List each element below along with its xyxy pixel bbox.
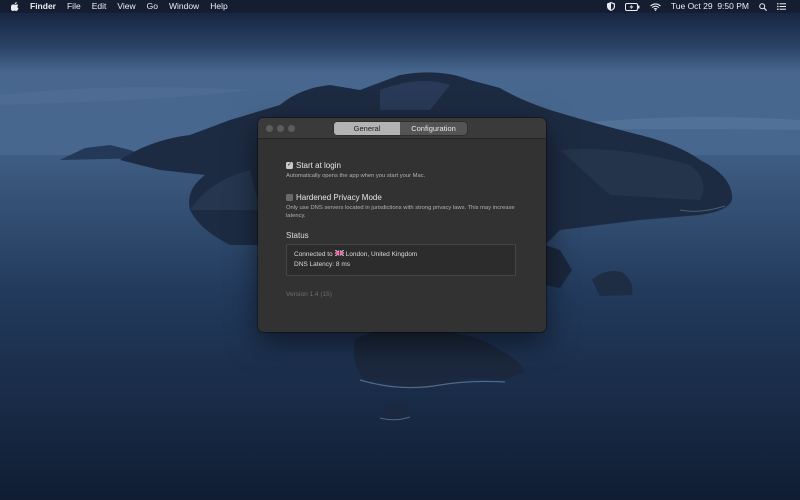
start-at-login-description: Automatically opens the app when you sta… xyxy=(286,173,426,179)
connected-location: London, United Kingdom xyxy=(345,251,418,258)
menu-window[interactable]: Window xyxy=(169,0,199,13)
general-pane: ✓ Start at login Automatically opens the… xyxy=(286,160,518,298)
connection-status: Connected to London, United Kingdom xyxy=(294,249,508,260)
hardened-privacy-checkbox[interactable] xyxy=(286,194,293,201)
start-at-login-label[interactable]: Start at login xyxy=(296,161,341,170)
menu-help[interactable]: Help xyxy=(210,0,227,13)
uk-flag-icon xyxy=(334,249,345,260)
spotlight-search-icon[interactable] xyxy=(759,2,767,11)
status-box: Connected to London, United Kingdom DNS … xyxy=(286,244,516,276)
tab-general[interactable]: General xyxy=(334,121,400,135)
menu-app-name[interactable]: Finder xyxy=(30,0,56,13)
menu-bar: Finder File Edit View Go Window Help Tue… xyxy=(0,0,800,13)
tab-segmented-control: General Configuration xyxy=(334,121,467,135)
shield-icon[interactable] xyxy=(606,2,615,11)
tab-configuration[interactable]: Configuration xyxy=(400,122,467,135)
dns-latency: DNS Latency: 8 ms xyxy=(294,261,350,268)
preferences-window: General Configuration ✓ Start at login A… xyxy=(258,118,546,332)
menu-edit[interactable]: Edit xyxy=(92,0,107,13)
close-button[interactable] xyxy=(266,124,273,132)
apple-menu-icon[interactable] xyxy=(11,2,19,11)
start-at-login-checkbox[interactable]: ✓ xyxy=(286,162,293,169)
menu-clock[interactable]: Tue Oct 29 9:50 PM xyxy=(671,0,749,13)
start-at-login-row[interactable]: ✓ Start at login xyxy=(286,160,518,171)
connected-prefix: Connected to xyxy=(294,251,333,258)
menu-go[interactable]: Go xyxy=(147,0,158,13)
minimize-button[interactable] xyxy=(277,124,284,132)
hardened-privacy-label[interactable]: Hardened Privacy Mode xyxy=(296,193,382,202)
version-label: Version 1.4 (15) xyxy=(286,291,332,298)
hardened-privacy-description: Only use DNS servers located in jurisdic… xyxy=(286,205,515,219)
window-titlebar[interactable]: General Configuration xyxy=(258,118,546,139)
status-title: Status xyxy=(286,231,309,240)
notification-center-icon[interactable] xyxy=(777,3,786,10)
zoom-button[interactable] xyxy=(288,124,295,132)
menu-file[interactable]: File xyxy=(67,0,81,13)
menu-view[interactable]: View xyxy=(117,0,135,13)
hardened-privacy-row[interactable]: Hardened Privacy Mode xyxy=(286,192,518,203)
wifi-icon[interactable] xyxy=(650,2,661,11)
battery-icon[interactable] xyxy=(624,2,640,11)
